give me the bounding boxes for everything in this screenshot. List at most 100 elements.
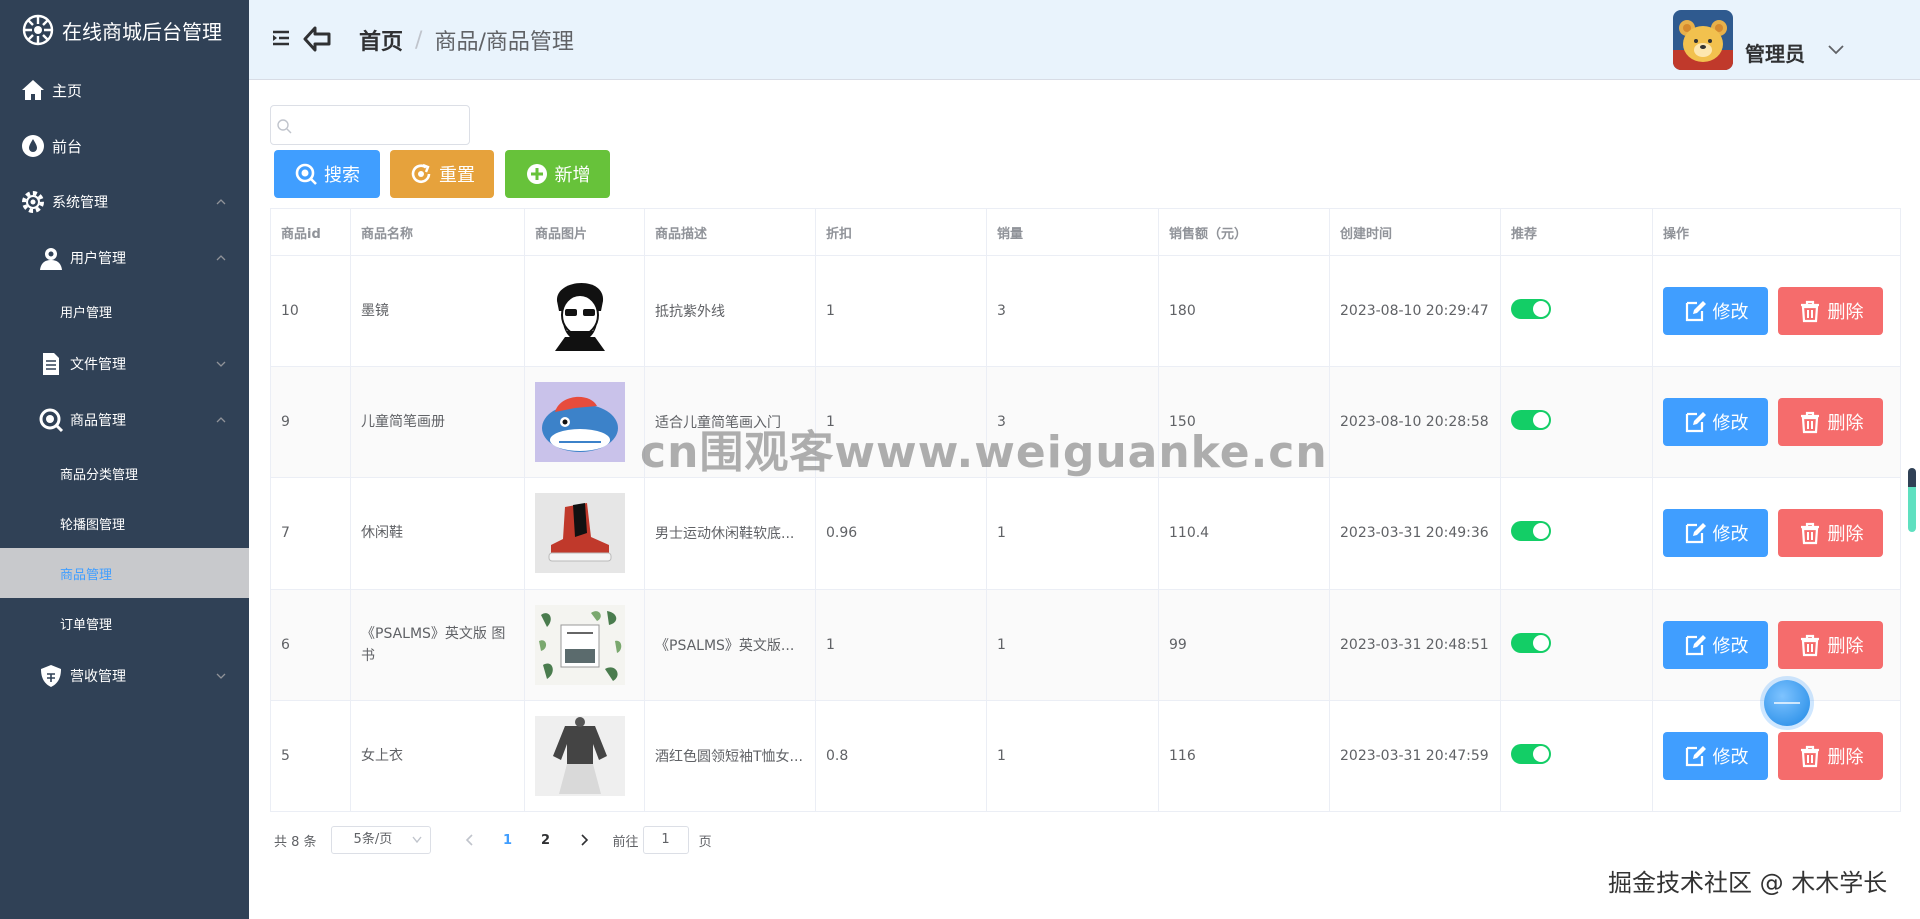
search-button-label: 搜索 (324, 165, 360, 186)
delete-button-label: 删除 (1827, 302, 1864, 324)
column-header[interactable]: 创建时间 (1329, 208, 1501, 256)
column-header[interactable]: 商品名称 (350, 208, 525, 256)
cell-created: 2023-08-10 20:28:58 (1329, 366, 1501, 479)
cell-image (524, 477, 645, 590)
sidebar-item-user-group[interactable]: 用户管理 (0, 230, 249, 286)
switch-knob (1533, 523, 1549, 540)
recommend-switch[interactable] (1511, 632, 1551, 653)
back-arrow-icon[interactable] (303, 26, 331, 52)
refresh-icon (411, 163, 431, 183)
add-icon (526, 164, 547, 184)
delete-button[interactable]: 删除 (1778, 509, 1883, 558)
recommend-switch[interactable] (1511, 521, 1551, 542)
cell-actions: 修改 删除 (1652, 477, 1901, 590)
user-name[interactable]: 管理员 (1745, 38, 1805, 67)
column-header[interactable]: 销售额（元） (1158, 208, 1330, 256)
edit-button-label: 修改 (1712, 635, 1749, 657)
delete-button[interactable]: 删除 (1778, 287, 1883, 336)
column-header[interactable]: 销量 (986, 208, 1159, 256)
recommend-switch[interactable] (1511, 299, 1551, 320)
page-size-select[interactable]: 5条/页 (330, 826, 431, 854)
sidebar-item-label: 系统管理 (52, 195, 108, 211)
prev-page-button[interactable] (451, 834, 489, 846)
red-sneaker-image[interactable] (535, 493, 625, 574)
cell-id: 9 (270, 366, 351, 479)
chevron-left-icon (465, 834, 473, 846)
scroll-indicator[interactable] (1908, 468, 1916, 532)
edit-icon (1685, 634, 1706, 655)
sidebar-item-category[interactable]: 商品分类管理 (0, 448, 249, 498)
floating-assistant-button[interactable] (1764, 680, 1810, 726)
drop-icon (22, 135, 44, 157)
next-page-button[interactable] (565, 834, 603, 846)
edit-button[interactable]: 修改 (1663, 731, 1768, 780)
cell-image (524, 700, 645, 813)
column-header[interactable]: 商品id (270, 208, 351, 256)
sidebar-item-revenue[interactable]: 营收管理 (0, 648, 249, 704)
switch-knob (1533, 634, 1549, 651)
recommend-switch[interactable] (1511, 410, 1551, 431)
edit-icon (1685, 523, 1706, 544)
sidebar-item-label: 轮播图管理 (60, 517, 126, 533)
sidebar-item-label: 商品管理 (60, 567, 113, 583)
cell-recommend (1500, 477, 1653, 590)
edit-button[interactable]: 修改 (1663, 287, 1768, 336)
delete-button[interactable]: 删除 (1778, 731, 1883, 780)
gear-icon (22, 191, 44, 213)
search-button[interactable]: 搜索 (274, 150, 380, 198)
edit-button-label: 修改 (1712, 413, 1749, 435)
cell-image (524, 255, 645, 368)
sidebar-item-goods[interactable]: 商品管理 (0, 548, 249, 598)
trash-icon (1800, 745, 1819, 767)
edit-button[interactable]: 修改 (1663, 620, 1768, 669)
woman-top-image[interactable] (535, 715, 625, 796)
table-row: 6 《PSALMS》英文版 图书 《PSALMS》英文版... 1 1 99 2… (270, 589, 1901, 701)
book-leaves-image[interactable] (535, 604, 625, 685)
edit-button[interactable]: 修改 (1663, 398, 1768, 447)
sidebar-item-orders[interactable]: 订单管理 (0, 598, 249, 648)
goto-page-input[interactable]: 1 (642, 826, 689, 854)
column-header[interactable]: 商品描述 (644, 208, 816, 256)
sidebar-item-users[interactable]: 用户管理 (0, 286, 249, 336)
whale-cartoon-image[interactable] (535, 382, 625, 463)
reset-button-label: 重置 (439, 165, 475, 186)
search-input[interactable] (295, 106, 467, 144)
column-header[interactable]: 商品图片 (524, 208, 645, 256)
delete-button[interactable]: 删除 (1778, 398, 1883, 447)
reset-button[interactable]: 重置 (390, 150, 494, 198)
chevron-down-icon[interactable] (1827, 44, 1845, 56)
table-row: 10 墨镜 抵抗紫外线 1 3 180 2023-08-10 20:29:47 … (270, 255, 1901, 368)
cell-name: 女上衣 (350, 700, 525, 813)
shield-icon (41, 665, 61, 687)
edit-button[interactable]: 修改 (1663, 509, 1768, 558)
menu-fold-icon[interactable] (271, 28, 291, 48)
column-header[interactable]: 推荐 (1500, 208, 1653, 256)
sidebar-item-label: 商品分类管理 (60, 467, 139, 483)
column-header[interactable]: 折扣 (815, 208, 987, 256)
sunglasses-man-image[interactable] (535, 271, 625, 352)
delete-button[interactable]: 删除 (1778, 620, 1883, 669)
logo[interactable]: 在线商城后台管理 (0, 0, 249, 60)
add-button[interactable]: 新增 (505, 150, 610, 198)
sidebar-item-home[interactable]: 主页 (0, 62, 249, 118)
watermark-center: cn围观客www.weiguanke.cn (640, 427, 1328, 478)
sidebar-item-files[interactable]: 文件管理 (0, 336, 249, 392)
breadcrumb-home[interactable]: 首页 (359, 24, 403, 56)
chevron-up-icon (216, 417, 226, 423)
page-button-2[interactable]: 2 (527, 833, 565, 848)
cell-revenue: 99 (1158, 589, 1330, 701)
sidebar-item-goods-group[interactable]: 商品管理 (0, 392, 249, 448)
cell-recommend (1500, 589, 1653, 701)
cell-revenue: 110.4 (1158, 477, 1330, 590)
sidebar-item-label: 商品管理 (70, 413, 126, 429)
sidebar-item-carousel[interactable]: 轮播图管理 (0, 498, 249, 548)
recommend-switch[interactable] (1511, 743, 1551, 764)
cell-id: 6 (270, 589, 351, 701)
avatar[interactable] (1673, 10, 1733, 70)
page-button-1[interactable]: 1 (489, 833, 527, 848)
column-header[interactable]: 操作 (1652, 208, 1901, 256)
app-root: 在线商城后台管理 主页 前台 系统管理 用户管理 用户管理 文件管理 商品管理 … (0, 0, 1920, 919)
sidebar-item-frontend[interactable]: 前台 (0, 118, 249, 174)
home-icon (22, 80, 44, 100)
sidebar-item-system[interactable]: 系统管理 (0, 174, 249, 230)
